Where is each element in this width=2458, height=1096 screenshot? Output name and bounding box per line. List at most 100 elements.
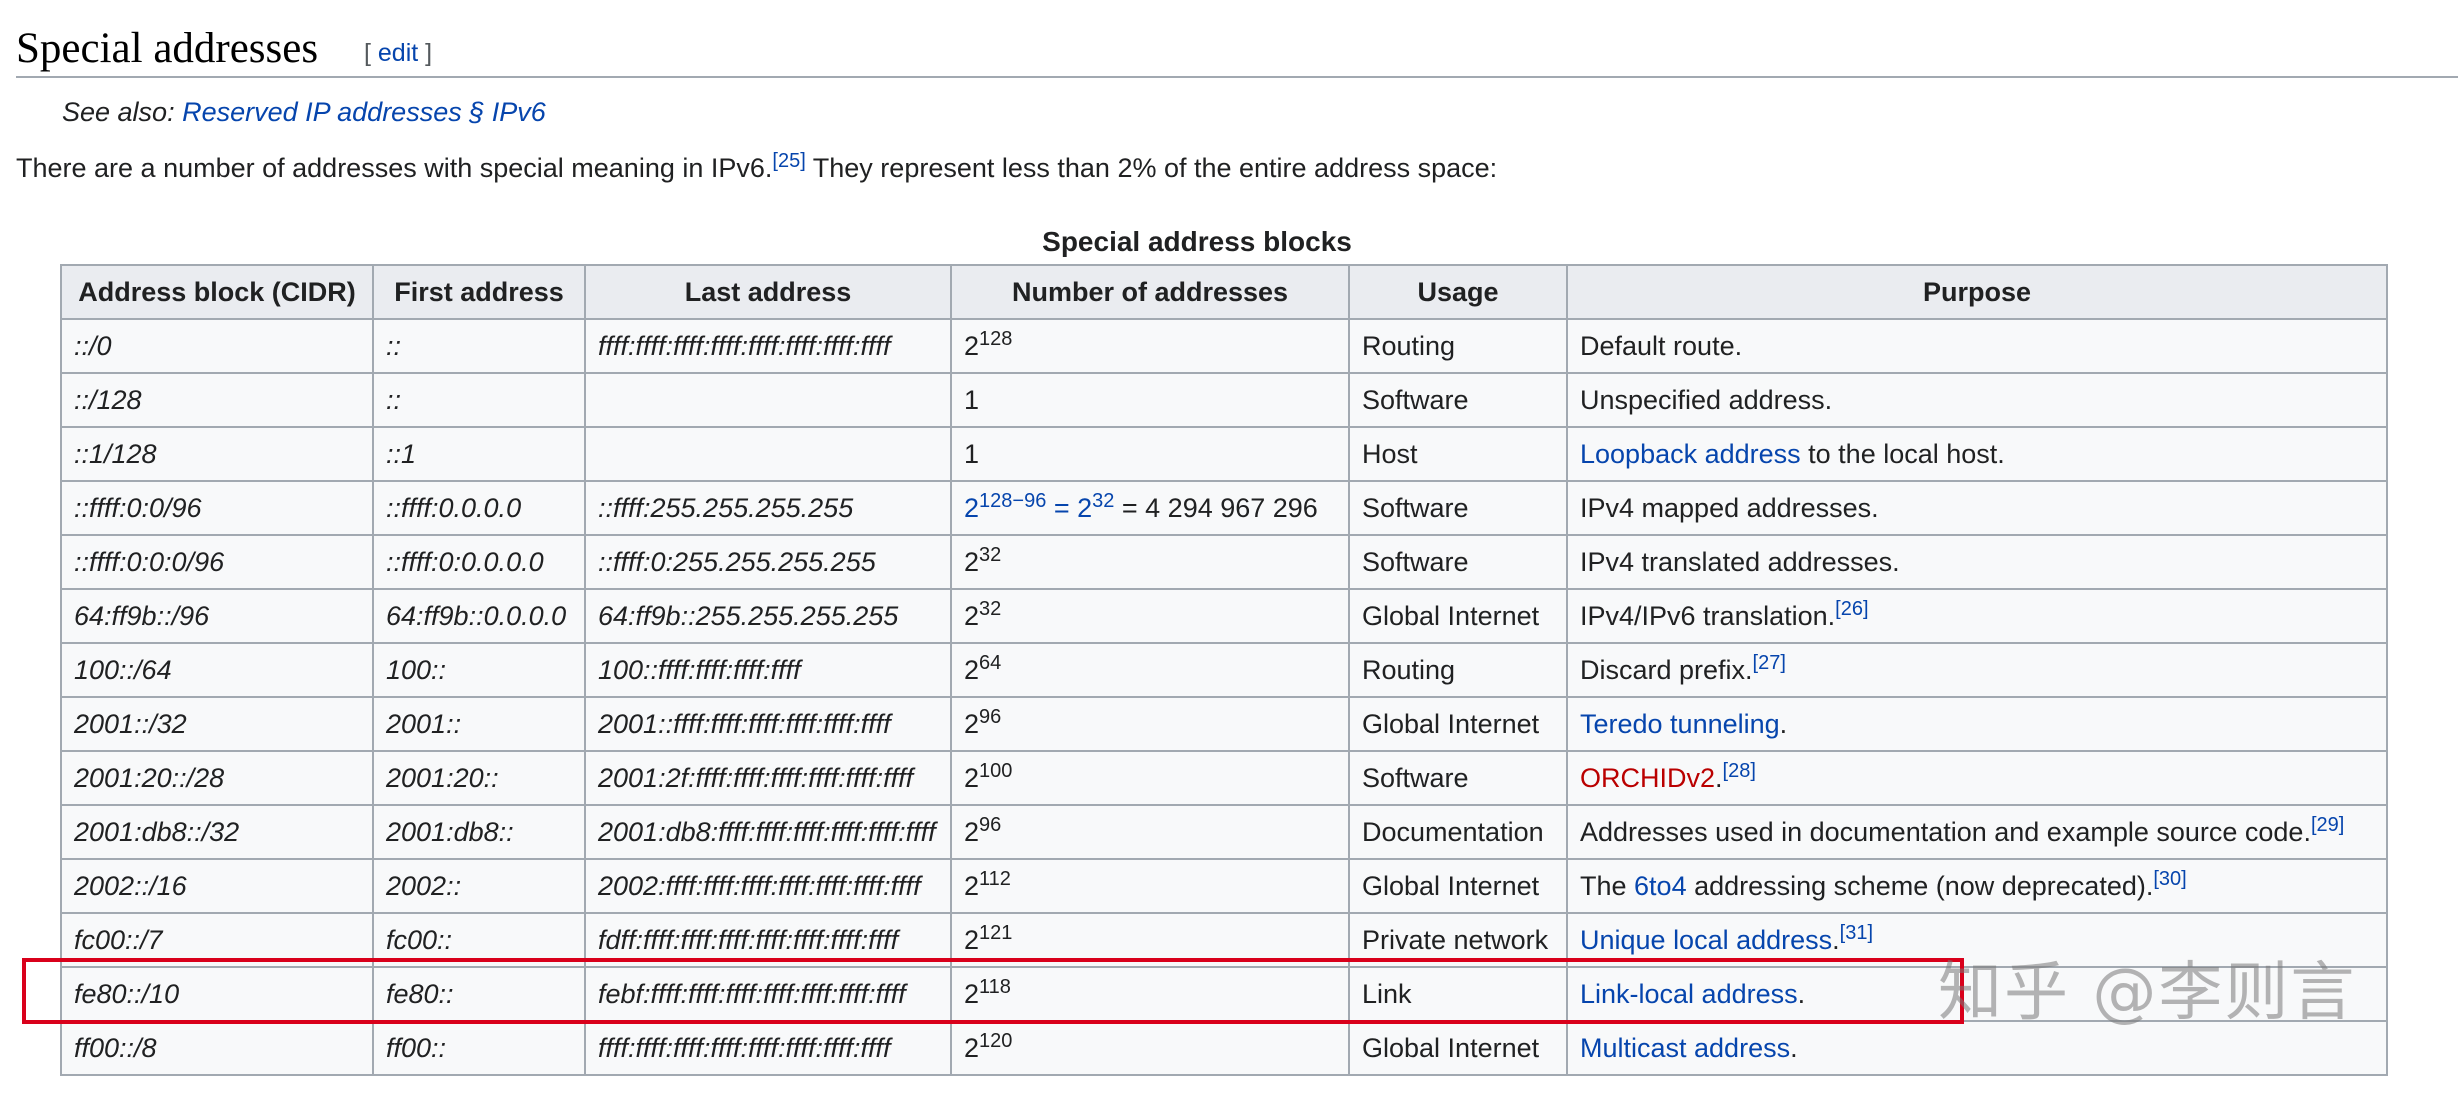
- number-cell: 1: [950, 426, 1350, 482]
- number-base: 2: [964, 762, 980, 793]
- see-also-link[interactable]: Reserved IP addresses § IPv6: [182, 97, 546, 127]
- purpose-text: IPv4/IPv6 translation.: [1580, 600, 1836, 631]
- first-address-value: ::ffff:0:0.0.0.0: [386, 546, 544, 577]
- citation-ref[interactable]: [28]: [1723, 760, 1756, 782]
- purpose-cell: Addresses used in documentation and exam…: [1566, 804, 2388, 860]
- number-exponent: 96: [979, 813, 1002, 836]
- purpose-text-after: .: [1797, 978, 1806, 1009]
- table-row: 2002::/16 2002:: 2002:ffff:ffff:ffff:ffff:…: [60, 858, 2388, 914]
- watermark: 知乎 @李则言: [1938, 956, 2357, 1030]
- usage-value: Host: [1362, 438, 1418, 469]
- usage-cell: Private network: [1348, 912, 1568, 968]
- cidr-value: ::ffff:0:0:0/96: [74, 546, 225, 577]
- section-title: Special addresses: [16, 25, 319, 72]
- purpose-cell: Loopback address to the local host.: [1566, 426, 2388, 482]
- cidr-value: 2001::/32: [74, 708, 187, 739]
- number-base: 2: [964, 924, 980, 955]
- purpose-cell: Default route.: [1566, 318, 2388, 374]
- purpose-text: Addresses used in documentation and exam…: [1580, 816, 2311, 847]
- usage-value: Routing: [1362, 330, 1456, 361]
- intro-ref[interactable]: [25]: [772, 150, 805, 172]
- first-address-value: 2001:db8::: [386, 816, 514, 847]
- first-address-cell: fe80::: [372, 966, 586, 1022]
- number-base: 2: [964, 330, 980, 361]
- citation-ref[interactable]: [30]: [2153, 868, 2186, 890]
- table-row: ::ffff:0:0/96::ffff:0.0.0.0::ffff:255.25…: [60, 480, 2388, 536]
- number-exponent: 118: [979, 975, 1011, 998]
- purpose-link[interactable]: Teredo tunneling: [1580, 709, 1780, 739]
- citation-ref[interactable]: [26]: [1835, 598, 1868, 620]
- cidr-cell: 2001:20::/28: [60, 750, 374, 806]
- cidr-cell: fc00::/7: [60, 912, 374, 968]
- usage-cell: Routing: [1348, 318, 1568, 374]
- usage-value: Link: [1362, 978, 1412, 1009]
- number-cell: 2121: [950, 912, 1350, 968]
- first-address-cell: 2001:20::: [372, 750, 586, 806]
- last-address-value: 2001::ffff:ffff:ffff:ffff:ffff:ffff: [598, 708, 891, 739]
- number-formula-link[interactable]: 2128−96 = 232: [964, 489, 1114, 523]
- usage-value: Routing: [1362, 654, 1456, 685]
- first-address-value: fc00::: [386, 924, 453, 955]
- usage-cell: Global Internet: [1348, 588, 1568, 644]
- edit-bracket-close: ]: [418, 39, 433, 67]
- number-exponent: 128−96: [979, 489, 1047, 512]
- table-row: 2001:20::/28 2001:20:: 2001:2f:ffff:ffff:f…: [60, 750, 2388, 806]
- number-exponent: 32: [979, 597, 1002, 620]
- last-address-value: fdff:ffff:ffff:ffff:ffff:ffff:ffff:ffff: [598, 924, 899, 955]
- special-address-table: Address block (CIDR) First address Last …: [60, 264, 2388, 1076]
- purpose-cell: Discard prefix.[27]: [1566, 642, 2388, 698]
- first-address-cell: ::ffff:0.0.0.0: [372, 480, 586, 536]
- cidr-cell: ::ffff:0:0/96: [60, 480, 374, 536]
- citation-ref[interactable]: [27]: [1753, 652, 1786, 674]
- purpose-link[interactable]: Link-local address: [1580, 979, 1798, 1009]
- first-address-cell: 2001::: [372, 696, 586, 752]
- purpose-link[interactable]: ORCHIDv2: [1580, 763, 1715, 793]
- usage-value: Global Internet: [1362, 870, 1540, 901]
- purpose-text-after: to the local host.: [1800, 438, 2005, 469]
- edit-link[interactable]: edit: [378, 39, 418, 67]
- last-address-cell: 100::ffff:ffff:ffff:ffff: [584, 642, 952, 698]
- section-heading: Special addresses [ edit ]: [16, 24, 2458, 78]
- table-row: 100::/64 100:: 100::ffff:ffff:ffff:ffff 264…: [60, 642, 2388, 698]
- last-address-cell: [584, 372, 952, 428]
- cidr-value: ::/128: [74, 384, 142, 415]
- usage-value: Software: [1362, 492, 1469, 523]
- usage-cell: Software: [1348, 480, 1568, 536]
- number-equals: =: [1046, 492, 1078, 523]
- last-address-cell: ffff:ffff:ffff:ffff:ffff:ffff:ffff:ffff: [584, 1020, 952, 1076]
- last-address-value: febf:ffff:ffff:ffff:ffff:ffff:ffff:ffff: [598, 978, 906, 1009]
- first-address-value: ::1: [386, 438, 417, 469]
- usage-cell: Global Internet: [1348, 1020, 1568, 1076]
- first-address-cell: 2002::: [372, 858, 586, 914]
- cidr-value: 2002::/16: [74, 870, 187, 901]
- purpose-cell: Teredo tunneling.: [1566, 696, 2388, 752]
- first-address-value: 2001:20::: [386, 762, 499, 793]
- purpose-link[interactable]: Loopback address: [1580, 439, 1801, 469]
- usage-cell: Global Internet: [1348, 858, 1568, 914]
- number-base: 2: [964, 654, 980, 685]
- number-exponent: 128: [979, 327, 1013, 350]
- table-row: 2001::/32 2001:: 2001::ffff:ffff:ffff:ffff…: [60, 696, 2388, 752]
- col-header-first: First address: [372, 264, 586, 320]
- number-base: 2: [964, 546, 980, 577]
- first-address-value: ::: [386, 330, 402, 361]
- last-address-cell: ::ffff:255.255.255.255: [584, 480, 952, 536]
- number-exponent: 121: [979, 921, 1013, 944]
- purpose-link[interactable]: Unique local address: [1580, 925, 1832, 955]
- see-also-prefix: See also:: [62, 97, 183, 127]
- number-cell: 232: [950, 588, 1350, 644]
- cidr-cell: ::/128: [60, 372, 374, 428]
- citation-ref[interactable]: [29]: [2311, 814, 2344, 836]
- citation-ref[interactable]: [31]: [1840, 922, 1873, 944]
- number-cell: 1: [950, 372, 1350, 428]
- table-row: 64:ff9b::/96 64:ff9b::0.0.0.0 64:ff9b::255…: [60, 588, 2388, 644]
- purpose-link[interactable]: Multicast address: [1580, 1033, 1790, 1063]
- number-base: 2: [964, 1032, 980, 1063]
- cidr-cell: 2001::/32: [60, 696, 374, 752]
- purpose-link[interactable]: 6to4: [1634, 871, 1687, 901]
- last-address-cell: ffff:ffff:ffff:ffff:ffff:ffff:ffff:ffff: [584, 318, 952, 374]
- last-address-value: ::ffff:0:255.255.255.255: [598, 546, 876, 577]
- number-cell: 2100: [950, 750, 1350, 806]
- cidr-value: 64:ff9b::/96: [74, 600, 210, 631]
- purpose-cell: The 6to4 addressing scheme (now deprecat…: [1566, 858, 2388, 914]
